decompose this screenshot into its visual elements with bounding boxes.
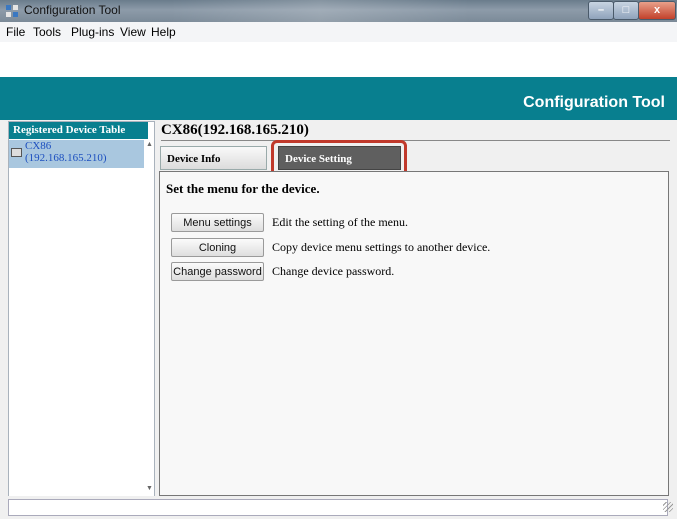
status-bar <box>0 496 677 519</box>
device-table-header: Registered Device Table <box>9 122 148 139</box>
title-divider <box>161 140 670 141</box>
registered-device-panel: Registered Device Table CX86 (192.168.16… <box>8 121 155 497</box>
device-tree-address: (192.168.165.210) <box>25 152 107 164</box>
setting-heading: Set the menu for the device. <box>166 181 320 196</box>
toolbar-area <box>0 42 677 77</box>
menu-settings-description: Edit the setting of the menu. <box>272 215 408 229</box>
menu-view[interactable]: View <box>120 25 146 39</box>
close-icon[interactable]: x <box>638 1 676 20</box>
menu-help[interactable]: Help <box>151 25 176 39</box>
banner-title: Configuration Tool <box>523 94 665 111</box>
device-setting-panel: Set the menu for the device. Menu settin… <box>159 171 669 496</box>
change-password-button[interactable]: Change password <box>171 262 264 281</box>
menu-bar: File Tools Plug-ins View Help <box>0 22 677 43</box>
window-title: Configuration Tool <box>24 3 121 17</box>
status-field <box>8 499 668 516</box>
resize-grip-icon[interactable] <box>663 502 673 512</box>
device-icon <box>11 148 22 157</box>
app-icon <box>6 5 18 17</box>
tab-device-info[interactable]: Device Info <box>160 146 267 170</box>
change-password-description: Change device password. <box>272 264 395 278</box>
menu-plugins[interactable]: Plug-ins <box>71 25 114 39</box>
device-tree-item[interactable]: CX86 (192.168.165.210) <box>9 140 144 168</box>
scroll-down-icon[interactable]: ▼ <box>146 485 153 492</box>
device-list-scrollbar[interactable]: ▲ ▼ <box>145 139 154 496</box>
cloning-button[interactable]: Cloning <box>171 238 264 257</box>
minimize-icon[interactable]: – <box>588 1 614 20</box>
menu-file[interactable]: File <box>6 25 25 39</box>
menu-tools[interactable]: Tools <box>33 25 61 39</box>
banner: Configuration Tool <box>0 77 677 120</box>
title-bar[interactable]: Configuration Tool – □ x <box>0 0 677 22</box>
cloning-description: Copy device menu settings to another dev… <box>272 240 491 254</box>
device-tree-name: CX86 <box>25 140 52 152</box>
device-title: CX86(192.168.165.210) <box>161 122 309 138</box>
maximize-icon[interactable]: □ <box>613 1 639 20</box>
title-bar-glow <box>170 0 470 22</box>
menu-settings-button[interactable]: Menu settings <box>171 213 264 232</box>
scroll-up-icon[interactable]: ▲ <box>146 141 153 148</box>
app-window: Configuration Tool – □ x File Tools Plug… <box>0 0 677 519</box>
